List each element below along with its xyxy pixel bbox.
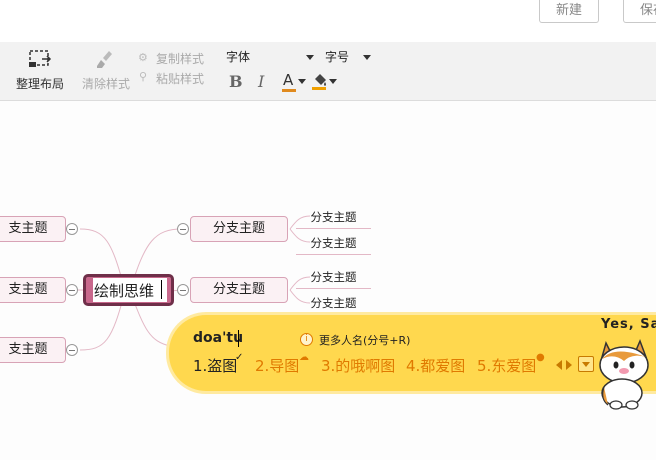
bold-button[interactable]: B <box>229 72 245 92</box>
ime-candidate-4[interactable]: 4.都爱图 <box>406 355 465 376</box>
copy-style-button[interactable]: ⚙ 复制样式 <box>138 50 210 66</box>
brush-icon <box>97 51 112 68</box>
chevron-down-icon <box>298 79 306 84</box>
arrange-layout-icon <box>29 50 52 67</box>
mascot-speech-text: Yes, Sa <box>601 317 656 332</box>
subtopic-node[interactable]: 分支主题 <box>296 295 371 311</box>
chevron-down-icon <box>306 55 314 60</box>
collapse-toggle[interactable] <box>66 284 78 296</box>
paint-bucket-icon <box>312 74 326 90</box>
collapse-toggle[interactable] <box>177 284 189 296</box>
person-icon: ● <box>536 352 545 363</box>
cat-mascot-icon <box>599 338 649 410</box>
chevron-down-icon <box>582 362 590 367</box>
mindmap-canvas[interactable]: 支主题 支主题 支主题 绘制思维 分支主题 分支主题 分支主题 分支主题 分支主… <box>0 101 656 460</box>
ime-input-cursor <box>238 330 239 347</box>
font-size-label: 字号 <box>325 50 350 64</box>
font-size-select[interactable]: 字号 <box>325 48 375 66</box>
paste-style-label: 粘贴样式 <box>156 72 205 86</box>
root-topic-node[interactable]: 绘制思维 <box>83 274 174 306</box>
font-family-select[interactable]: 字体 <box>226 48 318 66</box>
font-color-bar <box>282 89 296 92</box>
format-toolbar: 整理布局 清除样式 ⚙ 复制样式 ⚲ 粘贴样式 字体 字号 B I A <box>0 42 656 101</box>
topic-node-right-1[interactable]: 分支主题 <box>190 216 288 242</box>
chevron-down-icon <box>363 55 371 60</box>
paste-style-button[interactable]: ⚲ 粘贴样式 <box>138 70 210 86</box>
ime-candidate-3[interactable]: 3.的哦啊图 <box>321 355 395 376</box>
next-page-icon[interactable] <box>566 360 572 370</box>
check-icon: ✓ <box>235 352 244 363</box>
collapse-toggle[interactable] <box>177 223 189 235</box>
ime-input-text: doa'tu <box>193 330 244 346</box>
subtopic-underline <box>296 254 371 255</box>
font-color-button[interactable]: A <box>282 71 308 93</box>
clear-style-button[interactable]: 清除样式 <box>80 46 132 94</box>
topic-node-left-1[interactable]: 支主题 <box>0 216 66 242</box>
top-bar: 新建 保存 <box>0 0 656 42</box>
text-cursor <box>161 280 162 299</box>
subtopic-node[interactable]: 分支主题 <box>296 269 371 285</box>
save-button[interactable]: 保存 <box>623 0 656 23</box>
info-icon: i <box>300 333 313 346</box>
italic-button[interactable]: I <box>258 72 274 92</box>
topic-node-right-2[interactable]: 分支主题 <box>190 277 288 303</box>
copy-style-label: 复制样式 <box>156 52 205 66</box>
new-button[interactable]: 新建 <box>539 0 599 23</box>
font-family-label: 字体 <box>226 50 251 64</box>
prev-page-icon[interactable] <box>556 360 562 370</box>
paste-style-icon: ⚲ <box>139 70 148 83</box>
chevron-down-icon <box>329 79 337 84</box>
cloud-icon: ☁ <box>299 352 309 363</box>
topic-node-left-2[interactable]: 支主题 <box>0 277 66 303</box>
fill-color-button[interactable] <box>312 71 340 93</box>
root-topic-editor[interactable]: 绘制思维 <box>93 278 167 302</box>
root-topic-text: 绘制思维 <box>94 282 155 300</box>
ime-candidate-2[interactable]: 2.导图 <box>255 355 299 376</box>
topic-node-left-3[interactable]: 支主题 <box>0 337 66 363</box>
font-color-letter: A <box>283 71 294 89</box>
subtopic-underline <box>296 228 371 229</box>
arrange-layout-label: 整理布局 <box>16 77 65 91</box>
collapse-toggle[interactable] <box>66 344 78 356</box>
subtopic-node[interactable]: 分支主题 <box>296 235 371 251</box>
clear-style-label: 清除样式 <box>82 77 131 91</box>
subtopic-node[interactable]: 分支主题 <box>296 209 371 225</box>
ime-hint-text: 更多人名(分号+R) <box>319 334 411 347</box>
subtopic-underline <box>296 288 371 289</box>
arrange-layout-button[interactable]: 整理布局 <box>12 46 68 94</box>
ime-candidate-5[interactable]: 5.东爱图 <box>477 355 536 376</box>
ime-candidate-1[interactable]: 1.盗图 <box>193 355 237 376</box>
copy-style-icon: ⚙ <box>138 51 148 64</box>
collapse-toggle[interactable] <box>66 223 78 235</box>
